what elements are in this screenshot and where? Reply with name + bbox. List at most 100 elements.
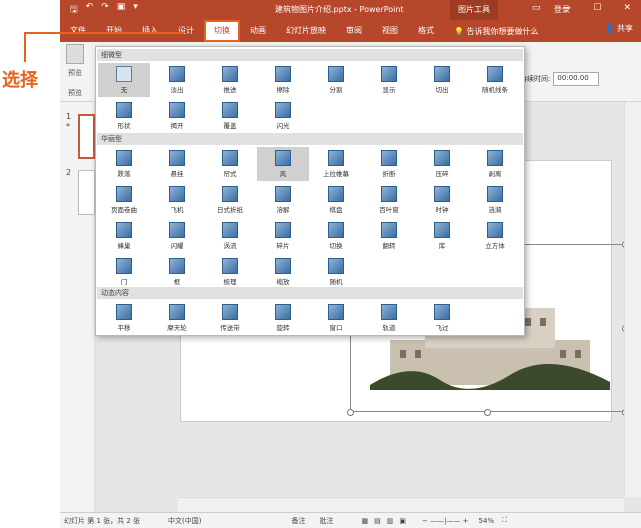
resize-handle-bottom-left[interactable] — [347, 409, 354, 416]
ribbon-display-icon[interactable]: ▭ — [532, 3, 541, 13]
tab-animations[interactable]: 动画 — [240, 20, 276, 42]
tab-review[interactable]: 审阅 — [336, 20, 372, 42]
transition-exciting-20[interactable]: 切换 — [310, 219, 362, 253]
transition-exciting-19[interactable]: 碎片 — [257, 219, 309, 253]
transition-exciting-22[interactable]: 库 — [416, 219, 468, 253]
transition-thumbnail-icon — [275, 66, 291, 82]
transition-thumbnail-icon — [116, 304, 132, 320]
transition-exciting-13[interactable]: 百叶窗 — [363, 183, 415, 217]
transition-exciting-23[interactable]: 立方体 — [469, 219, 521, 253]
transition-subtle-4[interactable]: 分割 — [310, 63, 362, 97]
comments-button[interactable]: 批注 — [320, 516, 334, 526]
transition-dynamic-3[interactable]: 旋转 — [257, 301, 309, 335]
fit-to-window-icon[interactable]: ⛶ — [502, 516, 507, 525]
transition-exciting-8[interactable]: 页面卷曲 — [98, 183, 150, 217]
transition-exciting-15[interactable]: 涟漪 — [469, 183, 521, 217]
transition-thumbnail-icon — [434, 150, 450, 166]
transition-exciting-24[interactable]: 门 — [98, 255, 150, 289]
transition-subtle-9[interactable]: 揭开 — [151, 99, 203, 133]
tell-me-search[interactable]: 💡 告诉我你想要做什么 — [454, 26, 539, 37]
transition-exciting-21[interactable]: 翻转 — [363, 219, 415, 253]
present-icon[interactable]: ▣ — [117, 2, 126, 18]
transition-subtle-7[interactable]: 随机线条 — [469, 63, 521, 97]
share-button[interactable]: 👤 共享 — [604, 23, 633, 34]
transition-exciting-12[interactable]: 棋盘 — [310, 183, 362, 217]
save-icon[interactable]: 🖫 — [70, 2, 78, 18]
tab-slideshow[interactable]: 幻灯片放映 — [276, 20, 336, 42]
transition-label: 日式折纸 — [217, 206, 243, 214]
transition-subtle-0[interactable]: 无 — [98, 63, 150, 97]
redo-icon[interactable]: ↷ — [101, 2, 109, 18]
transition-dynamic-1[interactable]: 摩天轮 — [151, 301, 203, 335]
tab-format[interactable]: 格式 — [408, 20, 444, 42]
transition-exciting-16[interactable]: 蜂巢 — [98, 219, 150, 253]
transition-subtle-3[interactable]: 擦除 — [257, 63, 309, 97]
close-icon[interactable]: ✕ — [623, 3, 631, 13]
transition-dynamic-4[interactable]: 窗口 — [310, 301, 362, 335]
annotation-line — [24, 32, 184, 62]
quick-access-toolbar: 🖫 ↶ ↷ ▣ ▾ — [60, 2, 210, 18]
transition-thumbnail-icon — [275, 304, 291, 320]
transition-exciting-9[interactable]: 飞机 — [151, 183, 203, 217]
transition-subtle-5[interactable]: 显示 — [363, 63, 415, 97]
vertical-scrollbar[interactable] — [624, 102, 641, 497]
minimize-icon[interactable]: — — [562, 3, 571, 13]
transition-exciting-7[interactable]: 剥离 — [469, 147, 521, 181]
transition-exciting-26[interactable]: 梳理 — [204, 255, 256, 289]
transition-exciting-1[interactable]: 悬挂 — [151, 147, 203, 181]
transition-thumbnail-icon — [116, 150, 132, 166]
transition-label: 随机线条 — [482, 86, 508, 94]
horizontal-scrollbar[interactable] — [178, 497, 624, 512]
transition-thumbnail-icon — [116, 186, 132, 202]
transition-subtle-6[interactable]: 切出 — [416, 63, 468, 97]
transition-exciting-14[interactable]: 时钟 — [416, 183, 468, 217]
transition-thumbnail-icon — [328, 304, 344, 320]
resize-handle-bottom[interactable] — [484, 409, 491, 416]
transition-exciting-2[interactable]: 帘式 — [204, 147, 256, 181]
transition-dynamic-2[interactable]: 传送带 — [204, 301, 256, 335]
transition-exciting-10[interactable]: 日式折纸 — [204, 183, 256, 217]
transition-exciting-27[interactable]: 缩放 — [257, 255, 309, 289]
transition-exciting-17[interactable]: 闪耀 — [151, 219, 203, 253]
notes-button[interactable]: 备注 — [292, 516, 306, 526]
maximize-icon[interactable]: ☐ — [593, 3, 601, 13]
transition-dynamic-5[interactable]: 轨道 — [363, 301, 415, 335]
transition-exciting-25[interactable]: 框 — [151, 255, 203, 289]
transition-dynamic-6[interactable]: 飞过 — [416, 301, 468, 335]
duration-input[interactable]: 00:00.00 — [553, 72, 600, 86]
transition-label: 剥离 — [488, 170, 502, 178]
transition-exciting-28[interactable]: 随机 — [310, 255, 362, 289]
transition-subtle-1[interactable]: 淡出 — [151, 63, 203, 97]
transition-subtle-8[interactable]: 形状 — [98, 99, 150, 133]
transition-exciting-0[interactable]: 跌落 — [98, 147, 150, 181]
transition-exciting-6[interactable]: 压碎 — [416, 147, 468, 181]
title-bar: 🖫 ↶ ↷ ▣ ▾ 建筑物图片介绍.pptx - PowerPoint 图片工具… — [60, 0, 641, 20]
transition-thumbnail-icon — [328, 186, 344, 202]
transition-subtle-10[interactable]: 覆盖 — [204, 99, 256, 133]
transition-exciting-5[interactable]: 折断 — [363, 147, 415, 181]
view-buttons[interactable]: ▦▤▥▣ — [362, 517, 412, 525]
slide-1-thumbnail[interactable] — [78, 114, 95, 159]
transition-exciting-18[interactable]: 涡流 — [204, 219, 256, 253]
transition-label: 立方体 — [485, 242, 505, 250]
tab-transitions[interactable]: 切换 — [204, 20, 240, 42]
transition-exciting-4[interactable]: 上拉帷幕 — [310, 147, 362, 181]
transition-dynamic-0[interactable]: 平移 — [98, 301, 150, 335]
tab-view[interactable]: 视图 — [372, 20, 408, 42]
transition-thumbnail-icon — [222, 258, 238, 274]
zoom-level[interactable]: 54% — [479, 517, 495, 525]
slide-2-thumbnail[interactable] — [78, 170, 95, 215]
transition-label: 碎片 — [276, 242, 290, 250]
undo-icon[interactable]: ↶ — [86, 2, 94, 18]
more-icon[interactable]: ▾ — [133, 2, 138, 18]
transition-label: 页面卷曲 — [111, 206, 137, 214]
transition-thumbnail-icon — [487, 150, 503, 166]
transition-thumbnail-icon — [328, 150, 344, 166]
zoom-slider[interactable]: − ——|—— + — [422, 517, 469, 525]
transition-exciting-3[interactable]: 风 — [257, 147, 309, 181]
transition-thumbnail-icon — [222, 304, 238, 320]
transition-label: 棋盘 — [329, 206, 343, 214]
transition-subtle-2[interactable]: 推进 — [204, 63, 256, 97]
transition-subtle-11[interactable]: 闪光 — [257, 99, 309, 133]
transition-exciting-11[interactable]: 溶解 — [257, 183, 309, 217]
